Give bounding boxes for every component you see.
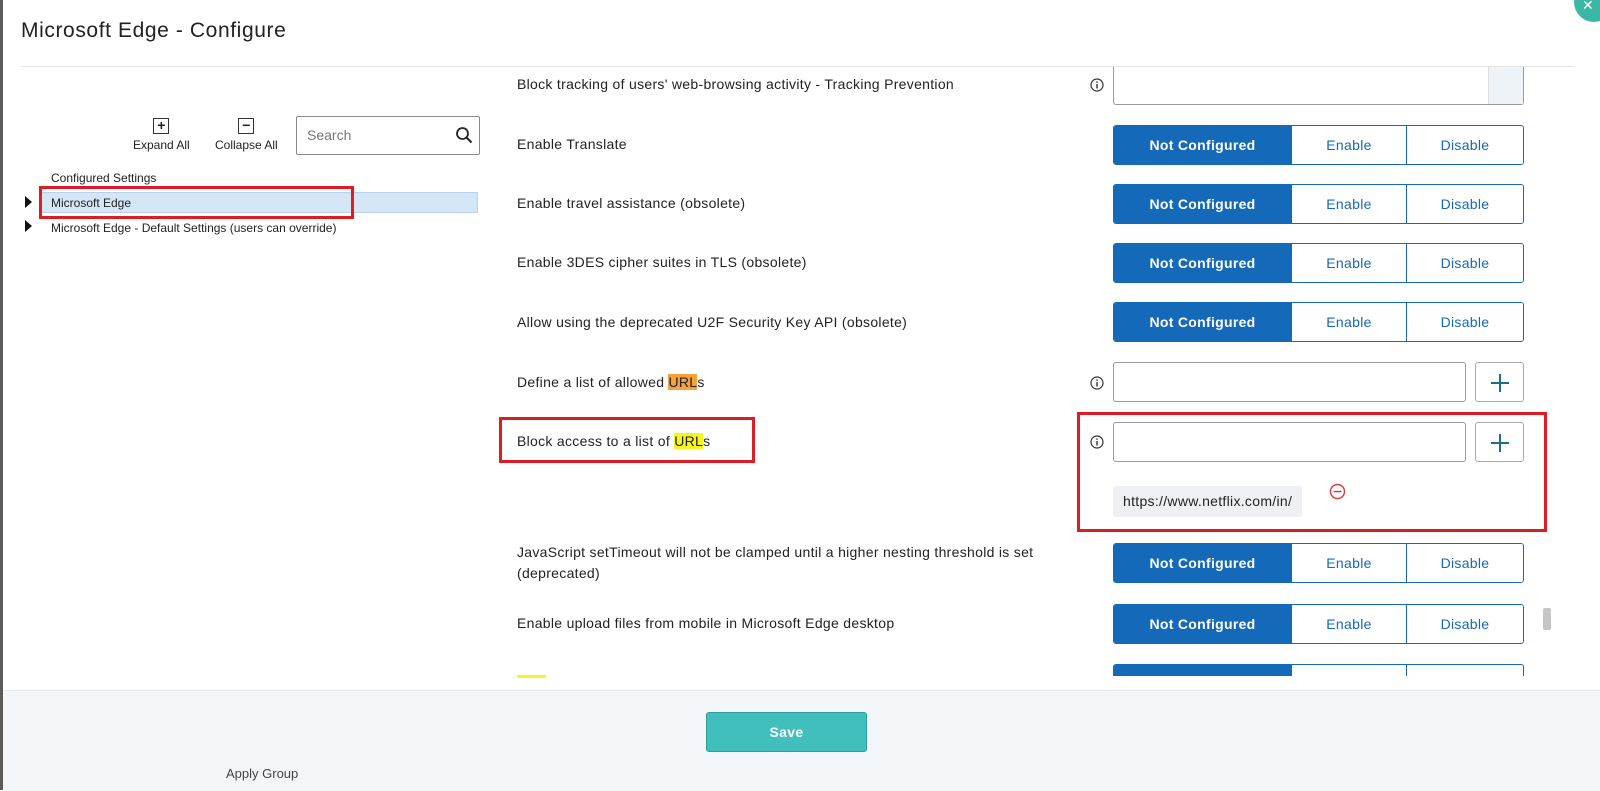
option-not-configured[interactable]: Not Configured — [1114, 126, 1291, 164]
option-enable[interactable]: Enable — [1291, 244, 1406, 282]
expand-all-button[interactable]: + Expand All — [133, 118, 190, 152]
option-disable[interactable] — [1406, 665, 1523, 676]
chevron-down-icon — [1488, 67, 1523, 104]
setting-label-upload-mobile: Enable upload files from mobile in Micro… — [517, 615, 895, 631]
option-disable[interactable]: Disable — [1406, 185, 1523, 223]
search-match-highlight — [517, 675, 546, 678]
setting-label-tracking-prevention: Block tracking of users' web-browsing ac… — [517, 76, 955, 92]
option-not-configured[interactable]: Not Configured — [1114, 544, 1291, 582]
setting-label-u2f: Allow using the deprecated U2F Security … — [517, 314, 908, 330]
translate-option-group: Not Configured Enable Disable — [1113, 125, 1524, 165]
option-enable[interactable] — [1291, 665, 1406, 676]
tree-header-configured-settings: Configured Settings — [51, 171, 157, 185]
annotation-highlight-tree-item — [39, 186, 354, 219]
3des-option-group: Not Configured Enable Disable — [1113, 243, 1524, 283]
annotation-highlight-block-urls-field — [1077, 412, 1547, 532]
scrollbar-thumb[interactable] — [1543, 608, 1551, 630]
option-disable[interactable]: Disable — [1406, 544, 1523, 582]
option-enable[interactable]: Enable — [1291, 544, 1406, 582]
allowed-urls-input[interactable] — [1113, 362, 1466, 402]
minus-square-icon: − — [238, 118, 255, 134]
search-icon[interactable] — [455, 126, 473, 144]
close-icon: ✕ — [1582, 0, 1594, 13]
setting-label-translate: Enable Translate — [517, 136, 627, 152]
option-not-configured[interactable]: Not Configured — [1114, 185, 1291, 223]
setting-label-3des: Enable 3DES cipher suites in TLS (obsole… — [517, 254, 807, 270]
option-enable[interactable]: Enable — [1291, 605, 1406, 643]
expand-arrow-icon[interactable] — [25, 196, 32, 208]
setting-label-settimeout: JavaScript setTimeout will not be clampe… — [517, 544, 1034, 581]
option-not-configured[interactable]: Not Configured — [1114, 244, 1291, 282]
option-enable[interactable]: Enable — [1291, 185, 1406, 223]
option-disable[interactable]: Disable — [1406, 126, 1523, 164]
save-button[interactable]: Save — [706, 712, 867, 752]
plus-icon — [1491, 374, 1509, 392]
travel-assistance-option-group: Not Configured Enable Disable — [1113, 184, 1524, 224]
background-page-text: Apply Group — [226, 766, 299, 781]
u2f-option-group: Not Configured Enable Disable — [1113, 302, 1524, 342]
option-enable[interactable]: Enable — [1291, 303, 1406, 341]
search-input[interactable] — [305, 126, 449, 144]
expand-arrow-icon[interactable] — [25, 220, 32, 232]
option-enable[interactable]: Enable — [1291, 126, 1406, 164]
tracking-prevention-dropdown[interactable] — [1113, 67, 1524, 105]
next-option-group-partial — [1113, 664, 1524, 676]
info-icon[interactable] — [1090, 376, 1104, 390]
search-box — [296, 116, 480, 155]
expand-all-label: Expand All — [133, 138, 190, 152]
upload-mobile-option-group: Not Configured Enable Disable — [1113, 604, 1524, 644]
setting-label-allowed-urls: Define a list of allowed URLs — [517, 374, 705, 390]
collapse-all-label: Collapse All — [215, 138, 278, 152]
option-not-configured[interactable]: Not Configured — [1114, 605, 1291, 643]
tree-item-edge-default-settings[interactable]: Microsoft Edge - Default Settings (users… — [51, 221, 336, 235]
plus-square-icon: + — [153, 118, 170, 134]
option-not-configured[interactable]: Not Configured — [1114, 303, 1291, 341]
option-disable[interactable]: Disable — [1406, 244, 1523, 282]
annotation-highlight-block-urls-label — [499, 417, 755, 463]
dialog-title: Microsoft Edge - Configure — [21, 19, 287, 42]
option-disable[interactable]: Disable — [1406, 303, 1523, 341]
option-not-configured[interactable] — [1114, 665, 1291, 676]
collapse-all-button[interactable]: − Collapse All — [215, 118, 278, 152]
settimeout-option-group: Not Configured Enable Disable — [1113, 543, 1524, 583]
info-icon[interactable] — [1090, 78, 1104, 92]
option-disable[interactable]: Disable — [1406, 605, 1523, 643]
background-window-edge — [0, 0, 3, 790]
close-dialog-button[interactable]: ✕ — [1574, 0, 1600, 22]
setting-label-travel-assistance: Enable travel assistance (obsolete) — [517, 195, 746, 211]
search-match-highlight: URL — [668, 374, 698, 390]
add-allowed-url-button[interactable] — [1475, 362, 1524, 402]
